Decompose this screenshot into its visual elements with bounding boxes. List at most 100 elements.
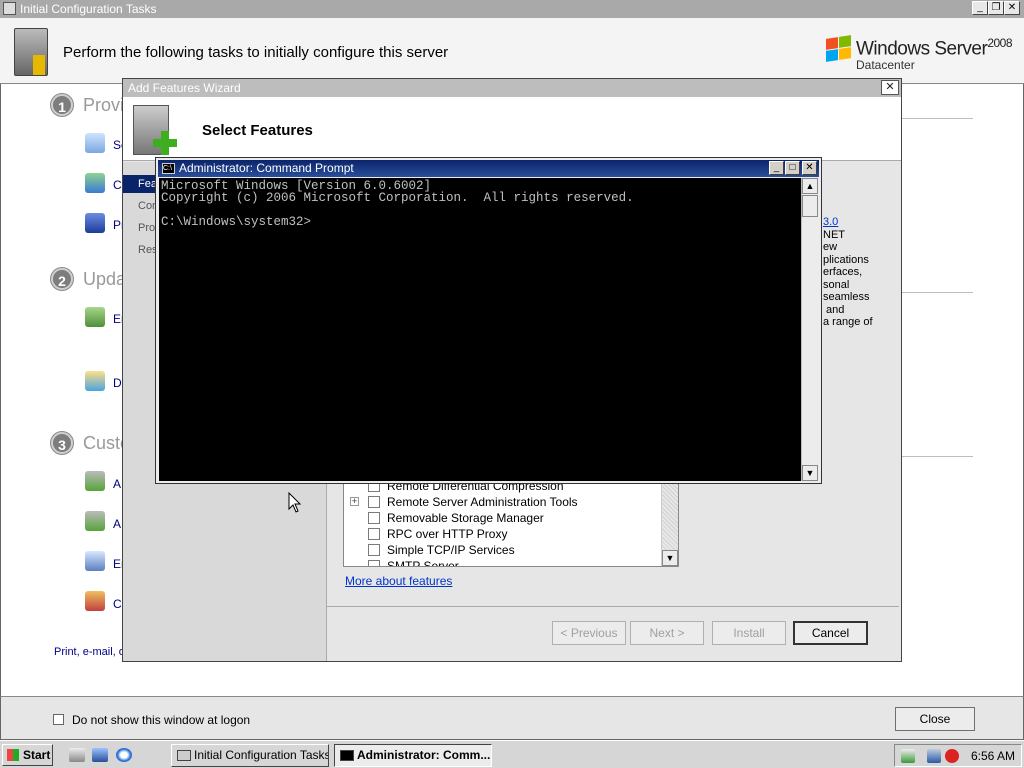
task-link[interactable]: D xyxy=(113,376,122,390)
remote-desktop-icon xyxy=(85,551,105,571)
taskbar-button-ict[interactable]: Initial Configuration Tasks xyxy=(171,744,329,767)
scroll-down-arrow-icon[interactable]: ▼ xyxy=(802,465,818,481)
feature-checkbox[interactable] xyxy=(368,512,380,524)
add-features-icon xyxy=(85,511,105,531)
add-plus-icon xyxy=(153,131,177,155)
restore-button[interactable]: ❐ xyxy=(988,1,1004,15)
computer-icon xyxy=(85,213,105,233)
feature-checkbox[interactable] xyxy=(368,484,380,492)
cmd-console[interactable]: Microsoft Windows [Version 6.0.6002] Copy… xyxy=(159,178,801,481)
clock-icon xyxy=(85,133,105,153)
features-list[interactable]: Remote Differential Compression + Remote… xyxy=(343,483,679,567)
feature-checkbox[interactable] xyxy=(368,544,380,556)
taskbar-button-label: Initial Configuration Tasks xyxy=(194,748,329,762)
feature-checkbox[interactable] xyxy=(368,528,380,540)
network-icon[interactable] xyxy=(927,749,941,763)
server-manager-tray-icon[interactable] xyxy=(901,749,915,763)
ict-app-icon xyxy=(3,2,16,15)
security-alert-icon[interactable] xyxy=(945,749,959,763)
description-line: plications xyxy=(823,253,869,266)
feature-label: SMTP Server xyxy=(387,559,459,567)
console-line: Copyright (c) 2006 Microsoft Corporation… xyxy=(161,191,634,205)
scroll-up-arrow-icon[interactable]: ▲ xyxy=(802,178,818,194)
description-line: NET xyxy=(823,228,845,241)
start-label: Start xyxy=(23,748,51,762)
feature-label: Remote Differential Compression xyxy=(387,483,564,493)
wizard-titlebar[interactable]: Add Features Wizard ✕ xyxy=(123,79,901,97)
next-button[interactable]: Next > xyxy=(630,621,704,645)
task-link[interactable]: A xyxy=(113,477,121,491)
list-item[interactable]: Removable Storage Manager xyxy=(344,510,662,526)
add-roles-icon xyxy=(85,471,105,491)
section-divider xyxy=(902,456,973,457)
wizard-close-button[interactable]: ✕ xyxy=(881,80,899,95)
list-item[interactable]: RPC over HTTP Proxy xyxy=(344,526,662,542)
features-scrollbar[interactable]: ▼ xyxy=(661,484,678,566)
print-email-link[interactable]: Print, e-mail, or xyxy=(54,646,129,658)
server-manager-icon xyxy=(14,28,48,76)
console-prompt: C:\Windows\system32> xyxy=(161,215,312,229)
taskbar-button-cmd[interactable]: Administrator: Comm... xyxy=(334,744,492,767)
ict-app-icon xyxy=(177,750,191,761)
download-icon xyxy=(85,371,105,391)
list-item[interactable]: + Remote Server Administration Tools xyxy=(344,494,662,510)
more-about-features-link[interactable]: More about features xyxy=(345,574,452,588)
wizard-header: Select Features xyxy=(123,97,901,161)
list-item[interactable]: Simple TCP/IP Services xyxy=(344,542,662,558)
section-divider xyxy=(902,118,973,119)
minimize-button[interactable]: _ xyxy=(972,1,988,15)
feature-checkbox[interactable] xyxy=(368,560,380,566)
do-not-show-label: Do not show this window at logon xyxy=(72,713,251,727)
logo-brand: Windows Server2008 xyxy=(856,36,1013,60)
command-prompt-window: C:\ Administrator: Command Prompt _ □ ✕ … xyxy=(155,157,822,484)
description-link[interactable]: 3.0 xyxy=(823,216,893,229)
show-desktop-icon[interactable] xyxy=(92,748,108,762)
firewall-icon xyxy=(85,591,105,611)
close-window-button[interactable]: ✕ xyxy=(1004,1,1020,15)
cancel-button[interactable]: Cancel xyxy=(793,621,868,645)
system-tray: 6:56 AM xyxy=(894,744,1022,767)
server-manager-icon[interactable] xyxy=(69,748,85,762)
ict-header: Perform the following tasks to initially… xyxy=(0,18,1024,84)
scroll-thumb[interactable] xyxy=(802,195,818,217)
section-3-number: 3 xyxy=(51,432,73,454)
ie-icon[interactable] xyxy=(116,748,132,762)
cmd-scrollbar[interactable]: ▲ ▼ xyxy=(801,178,818,481)
windows-flag-icon xyxy=(824,35,852,62)
feature-label: RPC over HTTP Proxy xyxy=(387,527,508,541)
task-link[interactable]: A xyxy=(113,517,121,531)
feature-label: Simple TCP/IP Services xyxy=(387,543,515,557)
list-item[interactable]: Remote Differential Compression xyxy=(344,483,662,494)
feature-label: Remote Server Administration Tools xyxy=(387,495,578,509)
install-button[interactable]: Install xyxy=(712,621,786,645)
ict-close-button[interactable]: Close xyxy=(895,707,975,731)
users-icon xyxy=(85,307,105,327)
section-2-title[interactable]: Upda xyxy=(83,269,126,290)
previous-button[interactable]: < Previous xyxy=(552,621,626,645)
cmd-maximize-button[interactable]: □ xyxy=(785,161,800,175)
description-line: erfaces, xyxy=(823,266,863,278)
section-2-number: 2 xyxy=(51,268,73,290)
section-1-number: 1 xyxy=(51,94,73,116)
do-not-show-checkbox[interactable] xyxy=(53,714,64,725)
logo-version: 2008 xyxy=(987,36,1013,50)
start-button[interactable]: Start xyxy=(2,744,53,766)
network-icon xyxy=(85,173,105,193)
cmd-close-button[interactable]: ✕ xyxy=(802,161,817,175)
mouse-cursor-icon xyxy=(288,492,302,513)
expand-icon[interactable]: + xyxy=(350,497,359,506)
ict-footer: Do not show this window at logon Close xyxy=(0,696,1024,740)
wizard-separator xyxy=(327,606,899,607)
description-line: and xyxy=(823,303,845,316)
feature-checkbox[interactable] xyxy=(368,496,380,508)
scroll-down-arrow-icon[interactable]: ▼ xyxy=(662,550,678,566)
section-1-title[interactable]: Provi xyxy=(83,95,124,116)
feature-label: Removable Storage Manager xyxy=(387,511,544,525)
clock[interactable]: 6:56 AM xyxy=(971,749,1015,763)
ict-titlebar[interactable]: Initial Configuration Tasks _ ❐ ✕ xyxy=(0,0,1024,18)
feature-description: 3.0 NET ew plications erfaces, sonal sea… xyxy=(823,216,893,329)
windows-flag-icon xyxy=(7,749,19,761)
list-item[interactable]: SMTP Server xyxy=(344,558,662,567)
cmd-titlebar[interactable]: C:\ Administrator: Command Prompt _ □ ✕ xyxy=(158,160,819,177)
cmd-minimize-button[interactable]: _ xyxy=(769,161,784,175)
